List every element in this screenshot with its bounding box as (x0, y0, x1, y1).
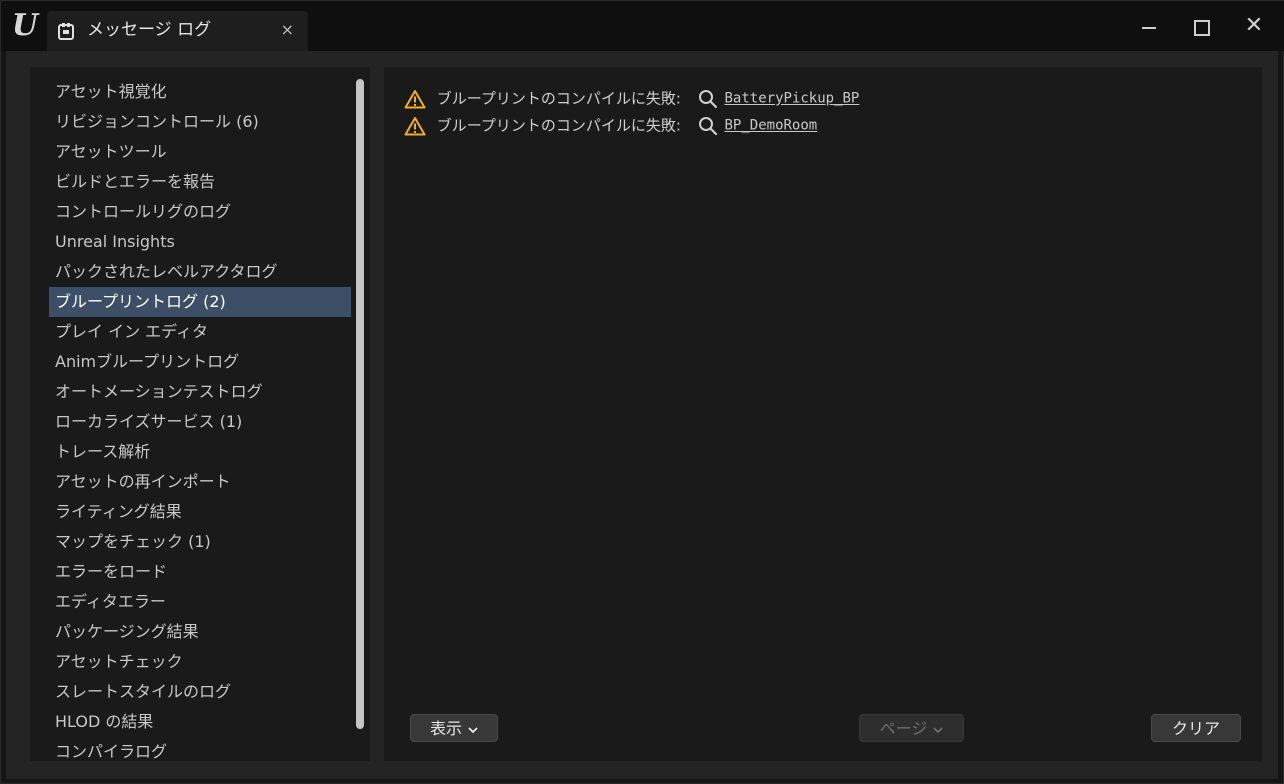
minimize-icon (1142, 26, 1156, 29)
chevron-down-icon (933, 726, 943, 733)
message-log-window: U メッセージ ログ × ✕ アセット視覚化 リビジョンコントロール (6) アセッ… (0, 0, 1284, 784)
sidebar-item-log-category[interactable]: コントロールリグのログ (49, 197, 351, 227)
page-dropdown-label: ページ (879, 719, 928, 738)
log-category-sidebar: アセット視覚化 リビジョンコントロール (6) アセットツール ビルドとエラーを報告コ… (30, 67, 370, 761)
sidebar-scrollbar[interactable] (356, 79, 364, 729)
search-icon (698, 116, 717, 135)
log-message-text: ブループリントのコンパイルに失敗: (436, 116, 681, 135)
sidebar-item-log-category[interactable]: アセット視覚化 (49, 77, 351, 107)
sidebar-item-log-category[interactable]: トレース解析 (49, 437, 351, 467)
sidebar-item-log-category[interactable]: ブループリントログ (2) (49, 287, 351, 317)
sidebar-item-log-category[interactable]: エディタエラー (49, 587, 351, 617)
sidebar-item-log-category[interactable]: アセットツール (49, 137, 351, 167)
asset-link-battery-pickup-bp[interactable]: BatteryPickup_BP (725, 91, 860, 107)
content-area: アセット視覚化 リビジョンコントロール (6) アセットツール ビルドとエラーを報告コ… (6, 51, 1278, 779)
tab-title: メッセージ ログ (87, 20, 212, 40)
page-dropdown-button[interactable]: ページ (859, 714, 964, 742)
sidebar-item-log-category[interactable]: ローカライズサービス (1) (49, 407, 351, 437)
maximize-button[interactable] (1182, 10, 1222, 42)
sidebar-item-log-category[interactable]: アセットチェック (49, 647, 351, 677)
sidebar-item-log-category[interactable]: ライティング結果 (49, 497, 351, 527)
log-message-text: ブループリントのコンパイルに失敗: (436, 89, 681, 108)
title-bar: U メッセージ ログ × ✕ (1, 1, 1284, 51)
sidebar-item-log-category[interactable]: アセットの再インポート (49, 467, 351, 497)
unreal-logo-icon: U (11, 8, 39, 43)
sidebar-item-log-category[interactable]: ビルドとエラーを報告 (49, 167, 351, 197)
sidebar-item-log-category[interactable]: リビジョンコントロール (6) (49, 107, 351, 137)
sidebar-item-log-category[interactable]: Animブループリントログ (49, 347, 351, 377)
tab-close-button[interactable]: × (281, 11, 294, 49)
sidebar-item-log-category[interactable]: マップをチェック (1) (49, 527, 351, 557)
sidebar-item-log-category[interactable]: プレイ イン エディタ (49, 317, 351, 347)
maximize-icon (1194, 19, 1210, 36)
message-log-tab-icon (58, 23, 74, 40)
sidebar-item-log-category[interactable]: Unreal Insights (49, 227, 351, 257)
message-panel: ブループリントのコンパイルに失敗: BatteryPickup_BP ブループリ… (384, 67, 1262, 761)
sidebar-item-log-category[interactable]: コンパイラログ (49, 737, 351, 761)
sidebar-item-log-category[interactable]: パックされたレベルアクタログ (49, 257, 351, 287)
sidebar-item-log-category[interactable]: HLOD の結果 (49, 707, 351, 737)
show-filter-button[interactable]: 表示 (410, 714, 498, 742)
minimize-button[interactable] (1129, 10, 1169, 42)
warning-icon (404, 89, 426, 108)
sidebar-item-log-category[interactable]: エラーをロード (49, 557, 351, 587)
warning-icon (404, 116, 426, 135)
log-message: ブループリントのコンパイルに失敗: BP_DemoRoom (404, 113, 817, 137)
sidebar-item-log-category[interactable]: オートメーションテストログ (49, 377, 351, 407)
search-icon (698, 89, 717, 108)
chevron-down-icon (468, 726, 478, 733)
close-window-button[interactable]: ✕ (1234, 10, 1274, 42)
tab-message-log[interactable]: メッセージ ログ × (47, 11, 308, 51)
show-filter-label: 表示 (429, 719, 462, 738)
clear-button[interactable]: クリア (1151, 714, 1241, 742)
asset-link-bp-demoroom[interactable]: BP_DemoRoom (725, 118, 818, 134)
log-category-list: アセット視覚化 リビジョンコントロール (6) アセットツール ビルドとエラーを報告コ… (49, 77, 351, 761)
sidebar-item-log-category[interactable]: パッケージング結果 (49, 617, 351, 647)
sidebar-item-log-category[interactable]: スレートスタイルのログ (49, 677, 351, 707)
log-message: ブループリントのコンパイルに失敗: BatteryPickup_BP (404, 86, 859, 110)
